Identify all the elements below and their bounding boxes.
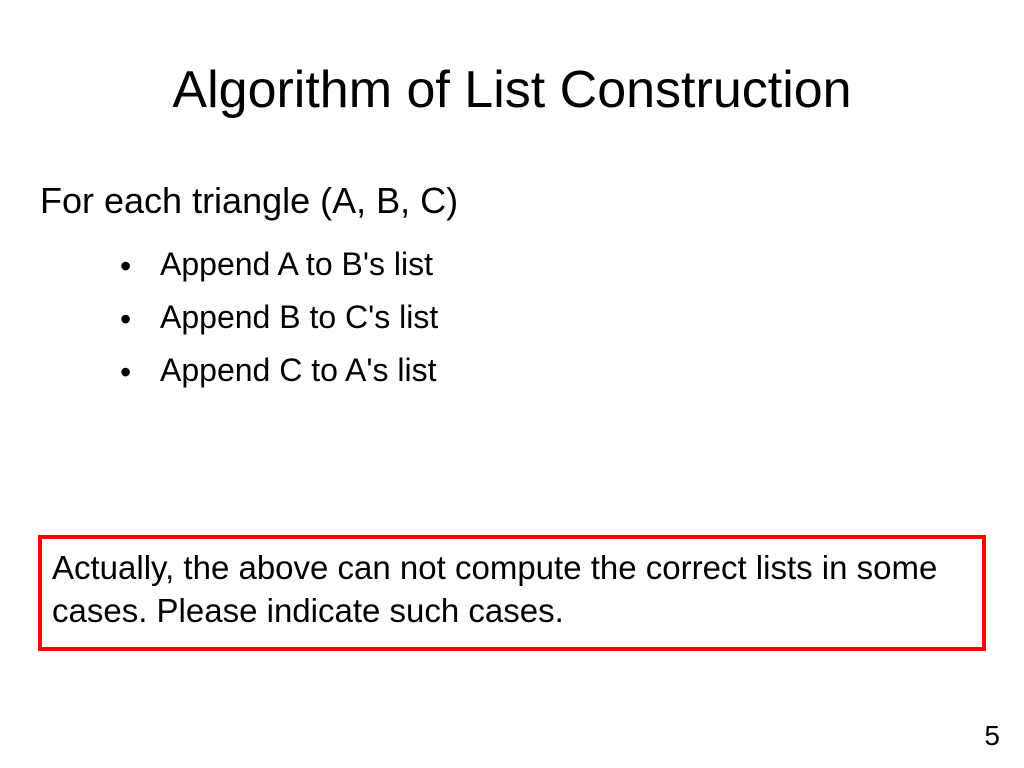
list-item: Append C to A's list <box>120 352 438 391</box>
list-item: Append A to B's list <box>120 246 438 285</box>
slide: Algorithm of List Construction For each … <box>0 0 1024 768</box>
slide-title: Algorithm of List Construction <box>0 60 1024 120</box>
intro-line: For each triangle (A, B, C) <box>40 180 458 222</box>
page-number: 5 <box>984 720 1000 752</box>
highlighted-note: Actually, the above can not compute the … <box>38 535 986 651</box>
list-item: Append B to C's list <box>120 299 438 338</box>
bullet-list: Append A to B's list Append B to C's lis… <box>120 232 438 391</box>
